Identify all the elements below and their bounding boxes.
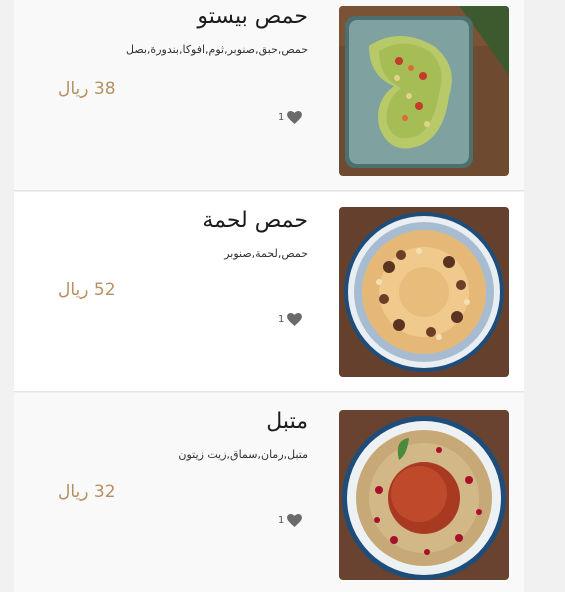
menu-item-card[interactable]: حمص لحمة حمص,لحمة,صنوبر 52 ريال 1 [14, 192, 524, 392]
mutabal-photo [339, 410, 509, 580]
page: حمص بيستو حمص,حبق,صنوبر,ثوم,افوكا,بندورة… [0, 0, 565, 592]
dish-photo[interactable] [339, 410, 509, 580]
dish-name: حمص بيستو [197, 4, 308, 29]
like-button[interactable]: 1 [278, 313, 303, 326]
like-button[interactable]: 1 [278, 514, 303, 527]
dish-photo[interactable] [339, 6, 509, 176]
menu-list: حمص بيستو حمص,حبق,صنوبر,ثوم,افوكا,بندورة… [14, 0, 524, 592]
like-button[interactable]: 1 [278, 111, 303, 124]
heart-icon[interactable] [287, 313, 303, 326]
dish-ingredients: حمص,حبق,صنوبر,ثوم,افوكا,بندورة,بصل [126, 43, 308, 56]
dish-name: متبل [266, 409, 308, 434]
dish-ingredients: متبل,رمان,سماق,زيت زيتون [178, 448, 308, 461]
heart-icon[interactable] [287, 514, 303, 527]
hummus-meat-photo [339, 207, 509, 377]
dish-ingredients: حمص,لحمة,صنوبر [224, 247, 308, 260]
menu-item-card[interactable]: متبل متبل,رمان,سماق,زيت زيتون 32 ريال 1 [14, 393, 524, 592]
dish-price: 38 ريال [58, 79, 116, 99]
dish-name: حمص لحمة [202, 208, 308, 233]
heart-icon[interactable] [287, 111, 303, 124]
like-count: 1 [278, 111, 285, 123]
like-count: 1 [278, 514, 285, 526]
dish-price: 32 ريال [58, 482, 116, 502]
menu-item-card[interactable]: حمص بيستو حمص,حبق,صنوبر,ثوم,افوكا,بندورة… [14, 0, 524, 191]
dish-price: 52 ريال [58, 280, 116, 300]
dish-photo[interactable] [339, 207, 509, 377]
like-count: 1 [278, 313, 285, 325]
hummus-pesto-photo [339, 6, 509, 176]
